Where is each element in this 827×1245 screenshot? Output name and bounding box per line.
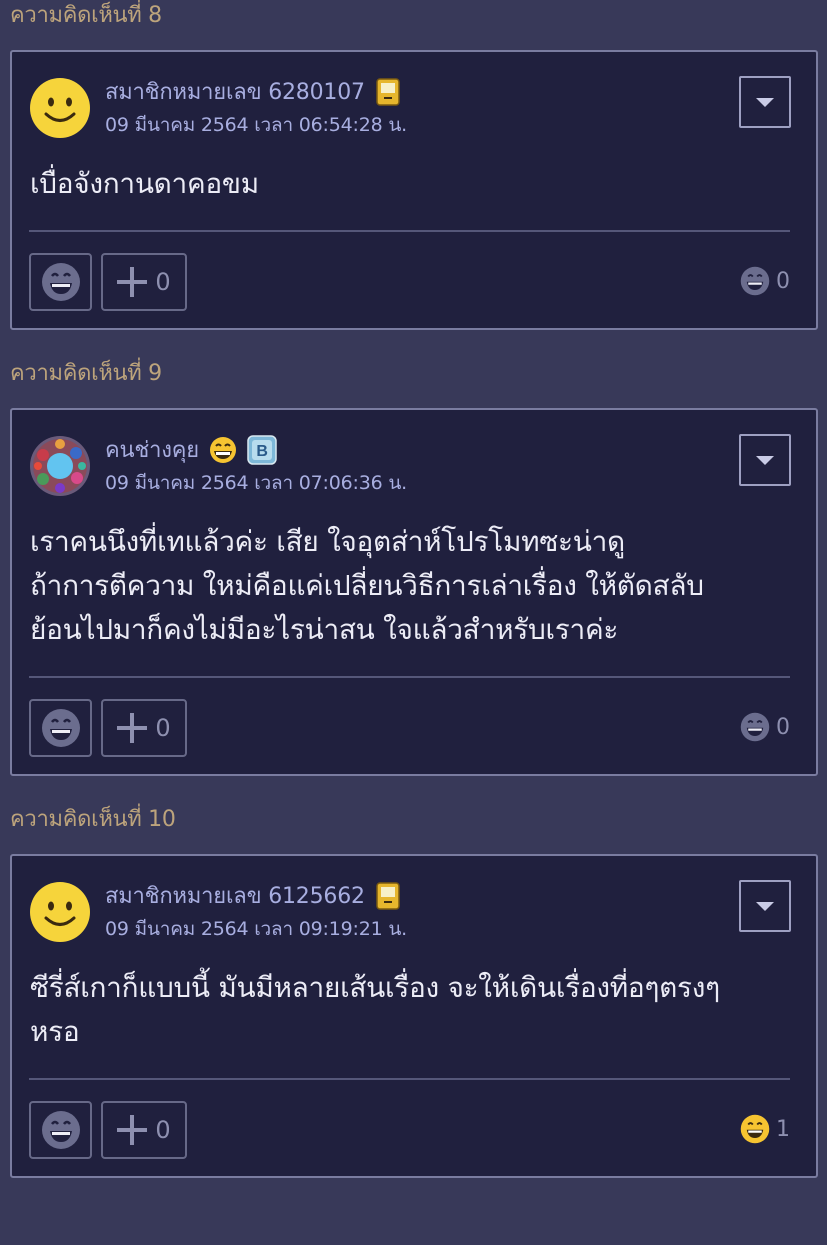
blogger-badge-icon: B xyxy=(247,434,277,465)
comment-card: สมาชิกหมายเลข 6280107 09 มีนาคม 2564 เวล… xyxy=(10,50,818,330)
reaction-summary[interactable]: 1 xyxy=(740,1114,790,1144)
emotion-button[interactable] xyxy=(29,253,92,311)
reaction-count: 0 xyxy=(776,714,790,740)
pager-badge-icon xyxy=(376,77,400,106)
reaction-count: 0 xyxy=(776,268,790,294)
comment-text-line: เราคนนึงที่เทแล้วค่ะ เสีย ใจอุตส่าห์โปรโ… xyxy=(30,525,625,558)
comment-text-line: ถ้าการตีความ ใหม่คือแค่เปลี่ยนวิธีการเล่… xyxy=(30,569,704,602)
comment-menu-button[interactable] xyxy=(739,434,791,486)
emotion-button[interactable] xyxy=(29,699,92,757)
grinning-emoji-icon xyxy=(740,1114,770,1144)
svg-text:B: B xyxy=(256,443,267,460)
comment-section: ความคิดเห็นที่ 9 คนช่างคุย B 09 มีนาคม 2… xyxy=(0,358,827,776)
comment-menu-button[interactable] xyxy=(739,880,791,932)
plus-vote-button[interactable]: 0 xyxy=(101,253,187,311)
smiley-avatar-icon[interactable] xyxy=(29,881,91,943)
comment-card: สมาชิกหมายเลข 6125662 09 มีนาคม 2564 เวล… xyxy=(10,854,818,1178)
comment-section: ความคิดเห็นที่ 8 สมาชิกหมายเลข 6280107 0… xyxy=(0,0,827,330)
comment-timestamp: 09 มีนาคม 2564 เวลา 09:19:21 น. xyxy=(105,918,407,940)
emotion-button[interactable] xyxy=(29,1101,92,1159)
comment-feed: ความคิดเห็นที่ 8 สมาชิกหมายเลข 6280107 0… xyxy=(0,0,827,1178)
plus-icon xyxy=(117,267,148,297)
username-link[interactable]: สมาชิกหมายเลข 6280107 xyxy=(105,74,401,109)
comment-body: เบื่อจังกานดาคอขม xyxy=(12,142,816,206)
grin-face-icon xyxy=(41,709,80,747)
plus-vote-button[interactable]: 0 xyxy=(101,699,187,757)
reaction-count: 1 xyxy=(776,1116,790,1142)
smiley-avatar-icon[interactable] xyxy=(29,77,91,139)
plus-icon xyxy=(117,713,148,743)
plus-vote-button[interactable]: 0 xyxy=(101,1101,187,1159)
grin-face-icon xyxy=(740,712,770,742)
plus-icon xyxy=(117,1115,148,1145)
comment-text-line: ซีรี่ส์เกาก็แบบนี้ มันมีหลายเส้นเรื่อง จ… xyxy=(30,971,720,1004)
reaction-summary[interactable]: 0 xyxy=(740,266,790,296)
chevron-down-icon xyxy=(756,901,774,911)
floral-avatar-icon[interactable] xyxy=(29,435,91,497)
comment-text-line: เบื่อจังกานดาคอขม xyxy=(30,167,259,200)
comment-menu-button[interactable] xyxy=(739,76,791,128)
comment-timestamp: 09 มีนาคม 2564 เวลา 06:54:28 น. xyxy=(105,114,407,136)
username-text[interactable]: สมาชิกหมายเลข 6280107 xyxy=(105,74,365,109)
comment-body: เราคนนึงที่เทแล้วค่ะ เสีย ใจอุตส่าห์โปรโ… xyxy=(12,500,816,652)
username-link[interactable]: สมาชิกหมายเลข 6125662 xyxy=(105,878,401,913)
comment-section: ความคิดเห็นที่ 10 สมาชิกหมายเลข 6125662 xyxy=(0,804,827,1178)
comment-text-line: หรอ xyxy=(30,1015,80,1048)
chevron-down-icon xyxy=(756,455,774,465)
grin-face-icon xyxy=(740,266,770,296)
grinning-emoji-icon xyxy=(210,436,236,463)
comment-number-label: ความคิดเห็นที่ 10 xyxy=(10,807,176,832)
comment-body: ซีรี่ส์เกาก็แบบนี้ มันมีหลายเส้นเรื่อง จ… xyxy=(12,946,816,1054)
plus-count: 0 xyxy=(155,714,171,742)
username-text[interactable]: คนช่างคุย xyxy=(105,432,199,467)
plus-count: 0 xyxy=(155,268,171,296)
comment-number-label: ความคิดเห็นที่ 8 xyxy=(10,3,162,28)
grin-face-icon xyxy=(41,1111,80,1149)
username-text[interactable]: สมาชิกหมายเลข 6125662 xyxy=(105,878,365,913)
comment-card: คนช่างคุย B 09 มีนาคม 2564 เวลา 07:06:36… xyxy=(10,408,818,776)
grin-face-icon xyxy=(41,263,80,301)
comment-timestamp: 09 มีนาคม 2564 เวลา 07:06:36 น. xyxy=(105,472,407,494)
plus-count: 0 xyxy=(155,1116,171,1144)
comment-text-line: ย้อนไปมาก็คงไม่มีอะไรน่าสน ใจแล้วสำหรับเ… xyxy=(30,613,619,646)
username-link[interactable]: คนช่างคุย B xyxy=(105,432,277,467)
pager-badge-icon xyxy=(376,881,400,910)
chevron-down-icon xyxy=(756,97,774,107)
reaction-summary[interactable]: 0 xyxy=(740,712,790,742)
comment-number-label: ความคิดเห็นที่ 9 xyxy=(10,361,162,386)
